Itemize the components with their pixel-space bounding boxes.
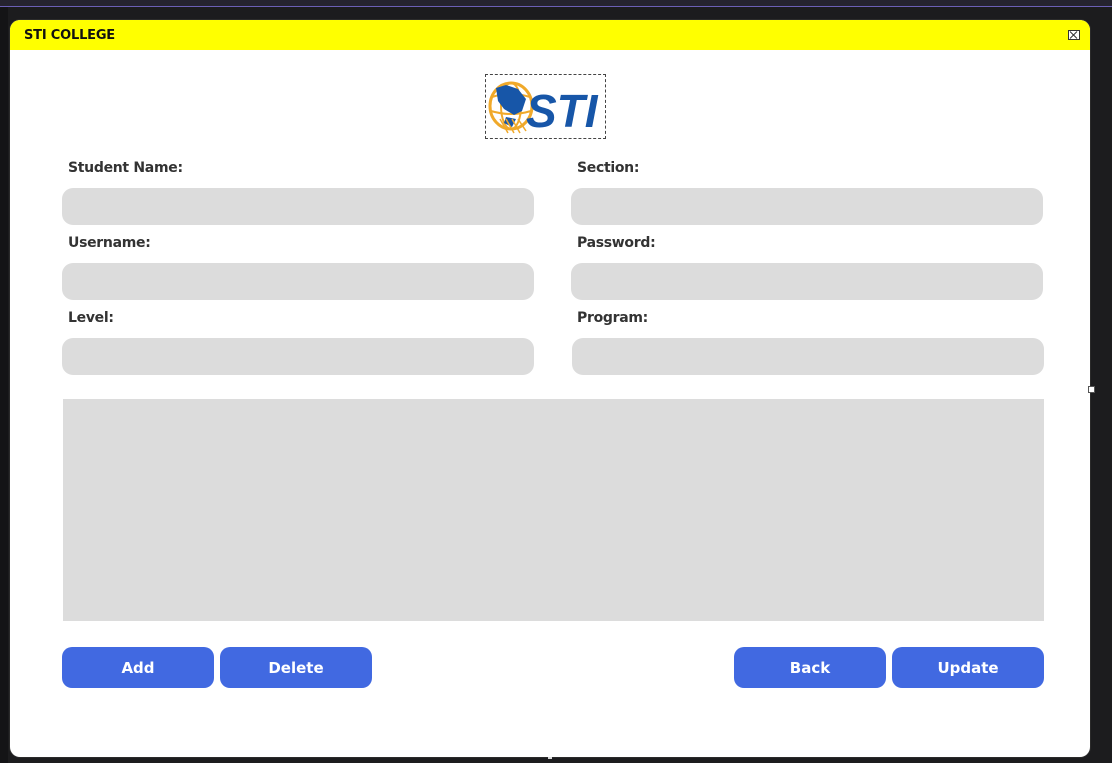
delete-button[interactable]: Delete (220, 647, 372, 688)
records-table[interactable] (63, 399, 1044, 621)
app-window: STI COLLEGE STI Student Name: Section: U… (10, 20, 1090, 757)
back-button[interactable]: Back (734, 647, 886, 688)
student-name-label: Student Name: (68, 160, 183, 176)
resize-handle[interactable] (1088, 386, 1095, 393)
desktop-taskbar-strip (0, 0, 1112, 7)
title-bar: STI COLLEGE (10, 20, 1090, 50)
window-title: STI COLLEGE (24, 28, 115, 43)
level-label: Level: (68, 310, 114, 326)
password-label: Password: (577, 235, 656, 251)
username-input[interactable] (62, 263, 534, 300)
sti-logo: STI (485, 74, 606, 139)
close-icon[interactable] (1068, 30, 1080, 40)
resize-handle-bottom[interactable] (548, 757, 552, 759)
desktop-left-edge (0, 7, 8, 763)
program-input[interactable] (572, 338, 1044, 375)
username-label: Username: (68, 235, 151, 251)
student-name-input[interactable] (62, 188, 534, 225)
section-input[interactable] (571, 188, 1043, 225)
level-input[interactable] (62, 338, 534, 375)
add-button[interactable]: Add (62, 647, 214, 688)
program-label: Program: (577, 310, 648, 326)
update-button[interactable]: Update (892, 647, 1044, 688)
logo-text: STI (526, 85, 599, 137)
password-input[interactable] (571, 263, 1043, 300)
section-label: Section: (577, 160, 640, 176)
globe-icon: STI (488, 81, 599, 137)
